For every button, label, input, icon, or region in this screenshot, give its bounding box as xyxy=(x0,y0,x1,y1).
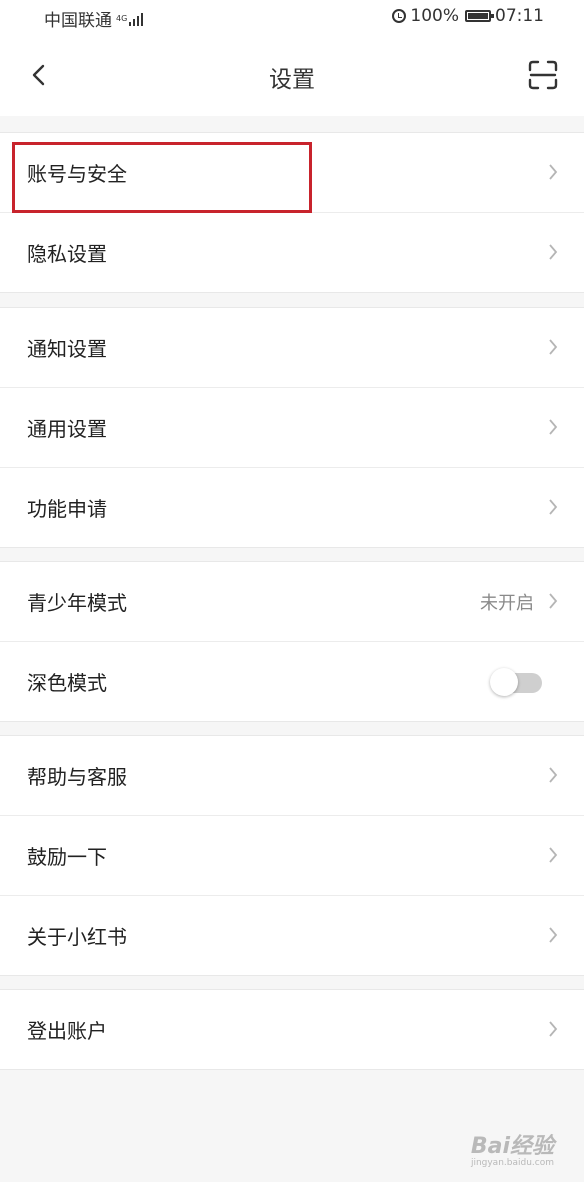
scan-icon[interactable] xyxy=(528,60,558,90)
chevron-right-icon xyxy=(549,164,558,180)
chevron-right-icon xyxy=(549,1021,558,1037)
chevron-right-icon xyxy=(549,499,558,515)
page-title: 设置 xyxy=(269,67,315,93)
settings-section-general: 通知设置 通用设置 功能申请 xyxy=(0,307,584,548)
dark-mode-toggle[interactable] xyxy=(490,668,542,696)
chevron-right-icon xyxy=(549,927,558,943)
watermark-logo: Bai经验 xyxy=(470,1134,554,1159)
settings-item-label: 关于小红书 xyxy=(27,925,127,949)
settings-section-account: 账号与安全 隐私设置 xyxy=(0,132,584,293)
settings-item-label: 青少年模式 xyxy=(27,591,127,615)
settings-item-label: 深色模式 xyxy=(27,671,107,695)
chevron-right-icon xyxy=(549,847,558,863)
settings-item-label: 鼓励一下 xyxy=(27,845,107,869)
settings-item-label: 隐私设置 xyxy=(27,242,107,266)
settings-item-dark-mode: 深色模式 xyxy=(0,642,584,721)
settings-item-rate[interactable]: 鼓励一下 xyxy=(0,816,584,896)
chevron-right-icon xyxy=(549,244,558,260)
signal-icon xyxy=(129,12,144,26)
settings-item-account-security[interactable]: 账号与安全 xyxy=(0,133,584,213)
teen-mode-status: 未开启 xyxy=(480,593,534,614)
settings-section-modes: 青少年模式 未开启 深色模式 xyxy=(0,561,584,722)
settings-item-label: 通用设置 xyxy=(27,417,107,441)
toggle-knob xyxy=(490,668,518,696)
settings-item-general[interactable]: 通用设置 xyxy=(0,388,584,468)
alarm-icon xyxy=(392,9,407,23)
settings-item-label: 登出账户 xyxy=(27,1019,107,1043)
chevron-right-icon xyxy=(549,339,558,355)
chevron-right-icon xyxy=(549,593,558,609)
chevron-right-icon xyxy=(549,767,558,783)
settings-item-privacy[interactable]: 隐私设置 xyxy=(0,213,584,292)
settings-section-logout: 登出账户 xyxy=(0,989,584,1070)
battery-percent: 100% xyxy=(410,6,459,26)
status-bar: 中国联通 4G 100% 07:11 xyxy=(0,0,584,36)
baidu-watermark: Bai经验 jingyan.baidu.com xyxy=(471,1128,554,1168)
settings-item-teen-mode[interactable]: 青少年模式 未开启 xyxy=(0,562,584,642)
settings-item-label: 通知设置 xyxy=(27,337,107,361)
settings-item-help[interactable]: 帮助与客服 xyxy=(0,736,584,816)
battery-icon xyxy=(465,10,494,22)
watermark-url: jingyan.baidu.com xyxy=(470,1158,554,1168)
settings-item-label: 账号与安全 xyxy=(27,162,127,186)
chevron-right-icon xyxy=(549,419,558,435)
carrier-label: 中国联通 xyxy=(44,11,112,31)
settings-item-logout[interactable]: 登出账户 xyxy=(0,990,584,1069)
settings-item-feature-request[interactable]: 功能申请 xyxy=(0,468,584,547)
settings-section-about: 帮助与客服 鼓励一下 关于小红书 xyxy=(0,735,584,976)
settings-item-notifications[interactable]: 通知设置 xyxy=(0,308,584,388)
settings-item-label: 功能申请 xyxy=(27,497,107,521)
nav-bar: 设置 xyxy=(0,36,584,116)
settings-item-about[interactable]: 关于小红书 xyxy=(0,896,584,975)
clock: 07:11 xyxy=(495,6,544,26)
settings-item-label: 帮助与客服 xyxy=(27,765,127,789)
status-left: 中国联通 4G xyxy=(44,6,144,31)
status-right: 100% 07:11 xyxy=(392,6,544,26)
network-type: 4G xyxy=(116,13,128,23)
